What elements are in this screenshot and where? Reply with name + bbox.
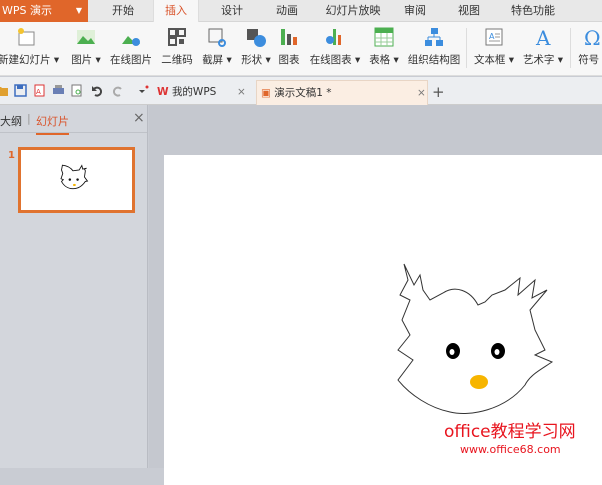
- nose: [470, 375, 488, 389]
- cat-face-drawing: [397, 263, 554, 415]
- watermark-title: office教程学习网: [444, 422, 576, 442]
- watermark-url: www.office68.com: [460, 443, 561, 456]
